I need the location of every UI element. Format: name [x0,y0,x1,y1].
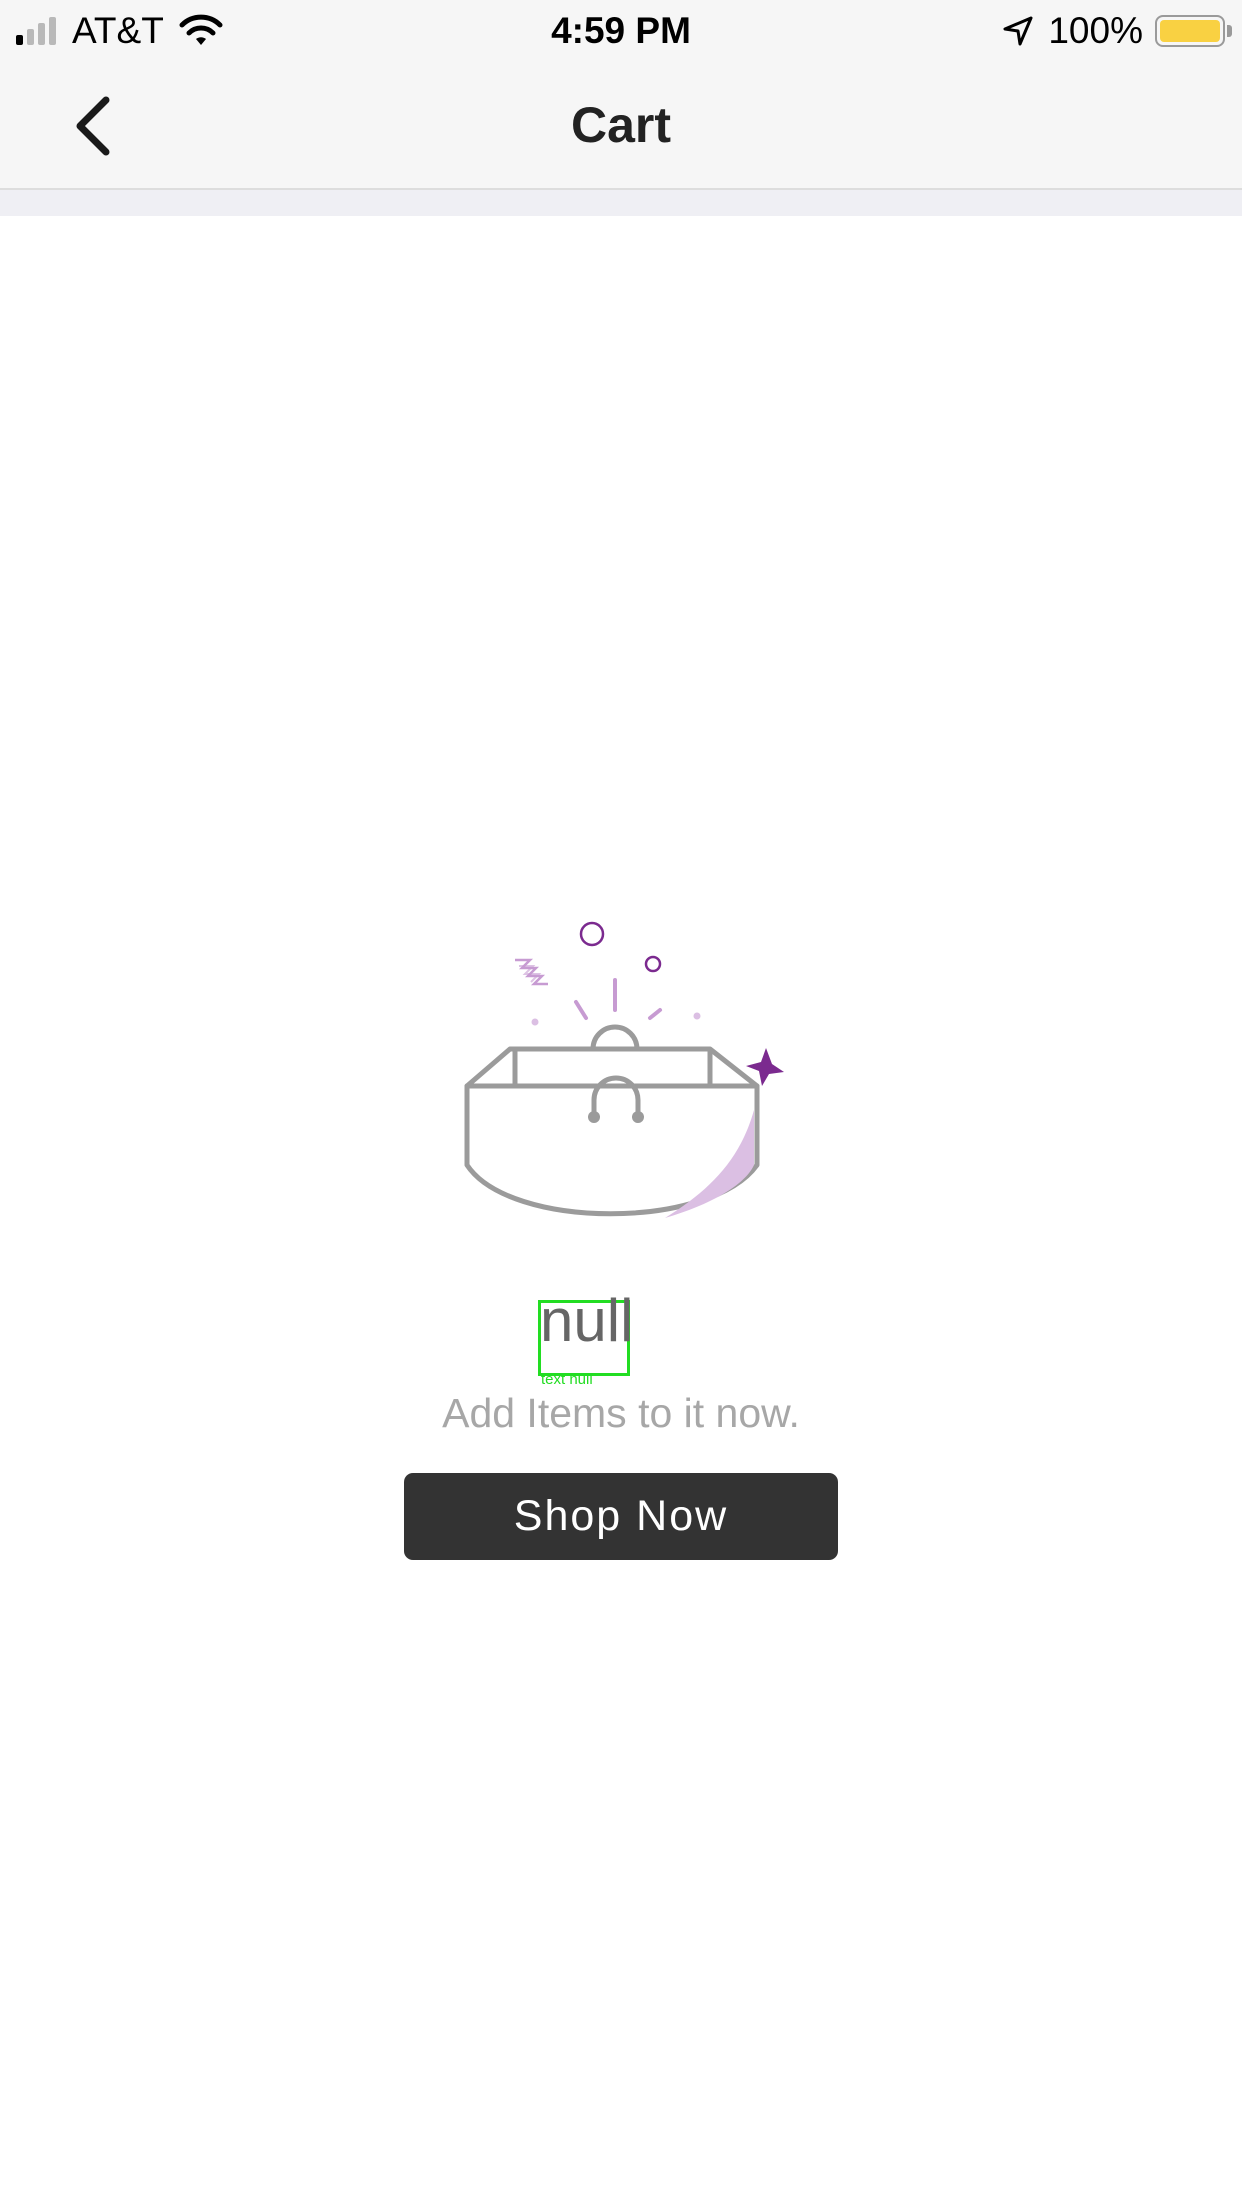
shop-now-button[interactable]: Shop Now [404,1473,838,1560]
screen: AT&T 4:59 PM 100% Cart null text null Ad… [0,0,1242,2208]
navigation-bar: Cart [0,62,1242,190]
battery-percentage: 100% [1048,10,1143,51]
battery-fill [1160,20,1220,42]
status-right: 100% [1002,8,1232,54]
battery-cap [1227,25,1232,37]
empty-shopping-bag-icon [464,921,784,1218]
status-bar: AT&T 4:59 PM 100% [0,0,1242,62]
battery-icon [1155,15,1225,47]
empty-state-title: null [540,1287,634,1354]
nav-separator [0,190,1242,216]
empty-state-message: Add Items to it now. [442,1390,800,1436]
page-title: Cart [570,97,672,153]
location-arrow-icon [1003,16,1033,46]
